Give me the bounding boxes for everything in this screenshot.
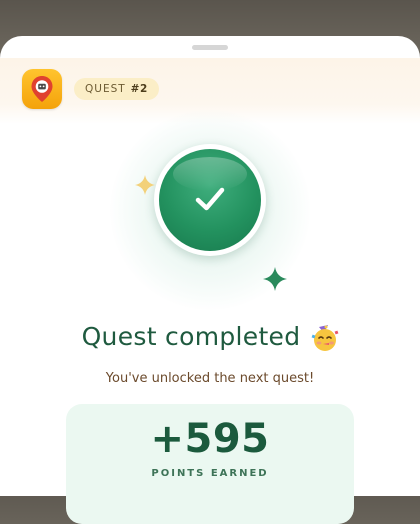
sparkle-icon (135, 175, 155, 195)
quest-badge: QUEST #2 (74, 78, 159, 100)
points-card: +595 POINTS EARNED (66, 404, 354, 524)
checkmark-icon (195, 187, 225, 211)
party-face-emoji (310, 323, 339, 351)
quest-label: QUEST (85, 83, 126, 95)
completion-title: Quest completed (0, 322, 420, 351)
quest-number: #2 (130, 83, 148, 95)
drag-handle[interactable] (192, 45, 228, 50)
map-pin-icon (22, 69, 62, 109)
points-label: POINTS EARNED (151, 468, 269, 479)
points-value: +595 (150, 416, 270, 462)
success-badge (159, 149, 261, 251)
sparkle-icon (263, 267, 287, 291)
success-illustration (110, 110, 310, 310)
completion-subtitle: You've unlocked the next quest! (105, 371, 315, 386)
title-text: Quest completed (81, 322, 301, 351)
